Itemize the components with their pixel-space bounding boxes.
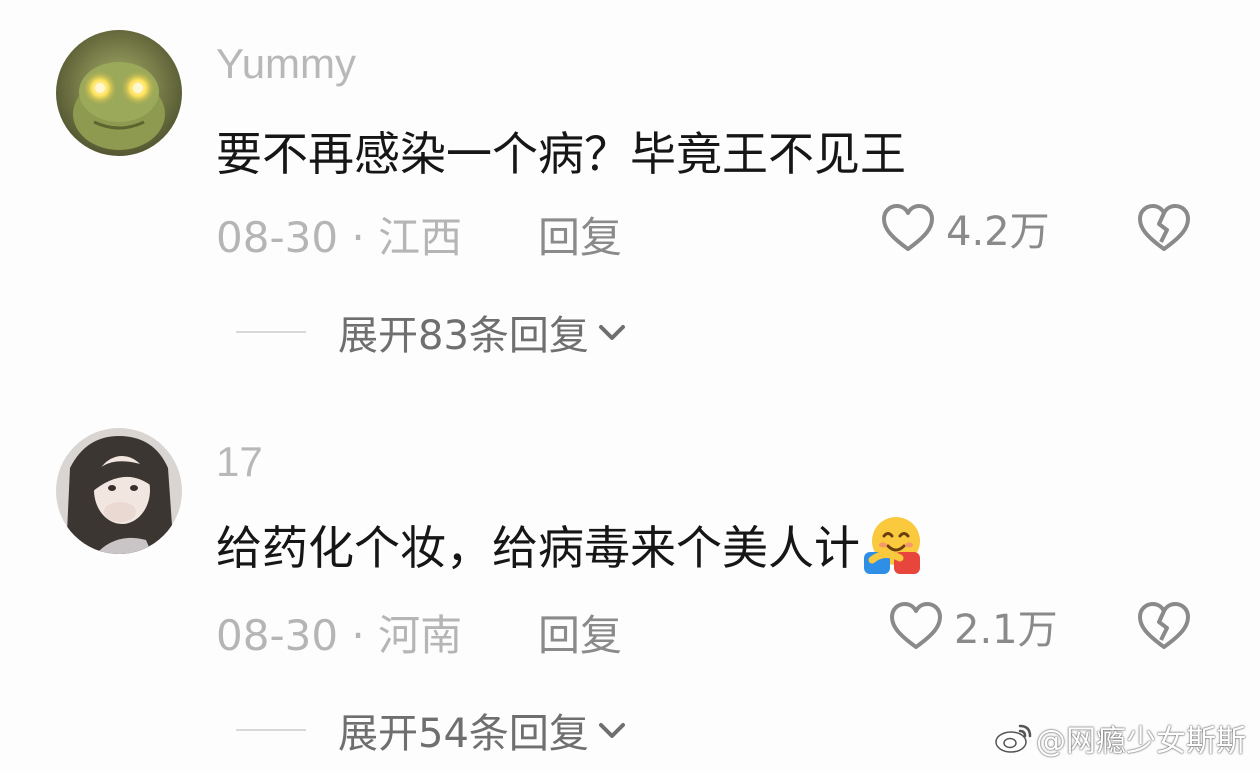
expand-replies-label: 展开83条回复 xyxy=(338,313,589,359)
like-button[interactable]: 2.1万 xyxy=(888,598,1058,654)
chevron-down-icon xyxy=(598,325,625,340)
expand-replies-label: 展开54条回复 xyxy=(338,711,589,757)
avatar[interactable] xyxy=(56,428,182,554)
like-count: 2.1万 xyxy=(954,607,1058,653)
reply-button[interactable]: 回复 xyxy=(538,602,622,663)
divider-line xyxy=(236,331,306,333)
weibo-logo-icon xyxy=(995,724,1032,753)
heart-outline-icon xyxy=(882,204,934,251)
avatar[interactable] xyxy=(56,30,182,156)
comment-text: 要不再感染一个病？毕竟王不见王 xyxy=(216,118,906,184)
chevron-down-icon xyxy=(598,723,625,738)
username[interactable]: Yummy xyxy=(216,40,356,88)
divider-line xyxy=(236,729,306,731)
hugging-face-emoji xyxy=(864,517,920,574)
broken-heart-icon[interactable] xyxy=(1136,600,1192,652)
watermark-text: @网瘾少女斯斯 xyxy=(1036,724,1246,759)
watermark: @网瘾少女斯斯 xyxy=(994,716,1246,760)
date-location: 08-30 · 河南 xyxy=(216,611,463,660)
like-count: 4.2万 xyxy=(946,209,1050,255)
like-button[interactable]: 4.2万 xyxy=(880,200,1050,256)
username[interactable]: 17 xyxy=(216,438,263,486)
date-location: 08-30 · 江西 xyxy=(216,213,463,262)
comment-meta: 08-30 · 江西 回复 4.2万 xyxy=(216,200,1216,262)
broken-heart-icon[interactable] xyxy=(1136,202,1192,254)
comment-text-content: 给药化个妆，给病毒来个美人计 xyxy=(216,521,860,575)
heart-outline-icon xyxy=(890,602,942,649)
expand-replies-button[interactable]: 展开54条回复 xyxy=(236,700,736,760)
comment-meta: 08-30 · 河南 回复 2.1万 xyxy=(216,598,1216,660)
expand-replies-button[interactable]: 展开83条回复 xyxy=(236,302,736,362)
reply-button[interactable]: 回复 xyxy=(538,204,622,265)
comment-text-content: 要不再感染一个病？毕竟王不见王 xyxy=(216,127,906,181)
comment-text: 给药化个妆，给病毒来个美人计 xyxy=(216,512,924,578)
